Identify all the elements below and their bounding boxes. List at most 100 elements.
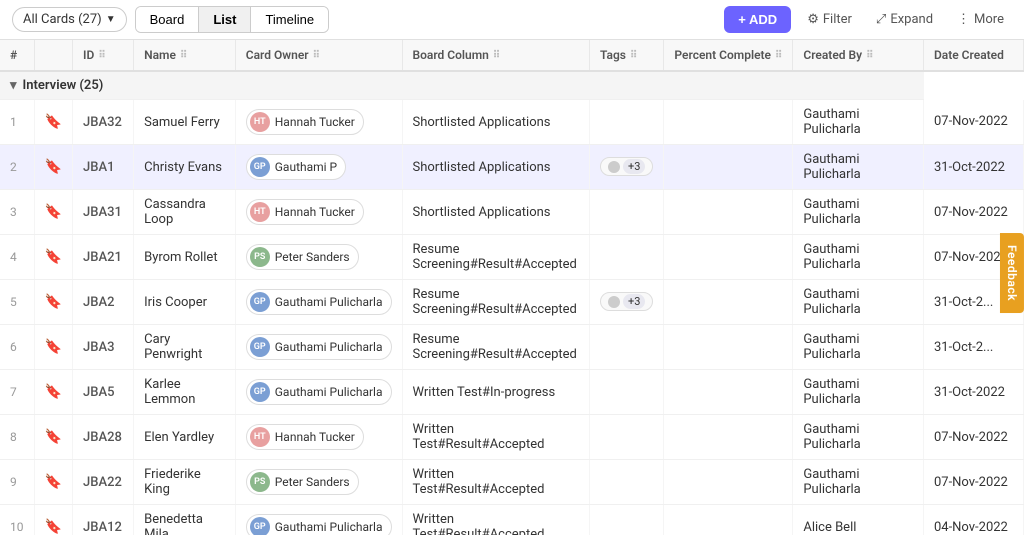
board-column-value: Written Test#Result#Accepted [413, 512, 545, 535]
name-value: Samuel Ferry [144, 115, 220, 130]
cell-date-created: 31-Oct-2022 [923, 370, 1023, 415]
card-owner-chip[interactable]: GP Gauthami Pulicharla [246, 379, 392, 405]
name-value: Christy Evans [144, 160, 222, 175]
card-owner-chip[interactable]: GP Gauthami P [246, 154, 346, 180]
tag-badge: +3 [600, 292, 653, 311]
cell-id: JBA22 [73, 460, 134, 505]
cell-id: JBA5 [73, 370, 134, 415]
cell-created-by: Gauthami Pulicharla [793, 325, 924, 370]
col-tags[interactable]: Tags⠿ [589, 40, 663, 71]
cell-name[interactable]: Byrom Rollet [134, 235, 236, 280]
cell-num: 2 [0, 145, 34, 190]
cell-name[interactable]: Benedetta Mila [134, 505, 236, 536]
date-created-value: 31-Oct-2... [934, 340, 993, 355]
cell-icon: 🔖 [34, 190, 72, 235]
cell-card-owner[interactable]: GP Gauthami P [235, 145, 402, 190]
cell-created-by: Gauthami Pulicharla [793, 280, 924, 325]
card-owner-chip[interactable]: PS Peter Sanders [246, 244, 359, 270]
cell-created-by: Gauthami Pulicharla [793, 100, 924, 145]
chevron-down-icon: ▼ [106, 14, 116, 25]
cell-card-owner[interactable]: GP Gauthami Pulicharla [235, 370, 402, 415]
card-owner-name: Hannah Tucker [275, 205, 355, 219]
cell-name[interactable]: Samuel Ferry [134, 100, 236, 145]
cell-card-owner[interactable]: HT Hannah Tucker [235, 190, 402, 235]
cell-name[interactable]: Christy Evans [134, 145, 236, 190]
cell-tags: +3 [589, 145, 663, 190]
cell-date-created: 31-Oct-2022 [923, 145, 1023, 190]
cell-num: 4 [0, 235, 34, 280]
cell-name[interactable]: Friederike King [134, 460, 236, 505]
cell-id: JBA28 [73, 415, 134, 460]
cell-card-owner[interactable]: GP Gauthami Pulicharla [235, 280, 402, 325]
cell-name[interactable]: Cassandra Loop [134, 190, 236, 235]
tab-timeline[interactable]: Timeline [251, 7, 328, 32]
cell-tags [589, 100, 663, 145]
add-button[interactable]: + ADD [724, 6, 791, 33]
col-created-by-handle: ⠿ [866, 50, 873, 61]
col-board-column-handle: ⠿ [493, 50, 500, 61]
avatar: GP [250, 337, 270, 357]
all-cards-filter[interactable]: All Cards (27) ▼ [12, 7, 127, 32]
cell-board-column: Resume Screening#Result#Accepted [402, 280, 589, 325]
card-icon: 🔖 [45, 474, 62, 490]
table-row: 3 🔖 JBA31 Cassandra Loop HT Hannah Tucke… [0, 190, 1024, 235]
cell-percent [664, 235, 793, 280]
col-id-handle: ⠿ [98, 50, 105, 61]
tab-board[interactable]: Board [136, 7, 200, 32]
col-id[interactable]: ID⠿ [73, 40, 134, 71]
cell-num: 1 [0, 100, 34, 145]
col-name-handle: ⠿ [180, 50, 187, 61]
cell-name[interactable]: Iris Cooper [134, 280, 236, 325]
col-date-created[interactable]: Date Created [923, 40, 1023, 71]
cell-date-created: 07-Nov-2022 [923, 415, 1023, 460]
board-column-value: Shortlisted Applications [413, 115, 551, 130]
cell-percent [664, 280, 793, 325]
expand-button[interactable]: ⤢ Expand [868, 7, 941, 32]
card-owner-chip[interactable]: GP Gauthami Pulicharla [246, 334, 392, 360]
filter-button[interactable]: ⚙ Filter [799, 7, 860, 32]
created-by-value: Gauthami Pulicharla [803, 197, 860, 227]
cell-name[interactable]: Elen Yardley [134, 415, 236, 460]
cell-card-owner[interactable]: GP Gauthami Pulicharla [235, 325, 402, 370]
cell-name[interactable]: Karlee Lemmon [134, 370, 236, 415]
cell-card-owner[interactable]: GP Gauthami Pulicharla [235, 505, 402, 536]
col-percent-complete[interactable]: Percent Complete⠿ [664, 40, 793, 71]
name-value: Cary Penwright [144, 332, 202, 362]
cell-name[interactable]: Cary Penwright [134, 325, 236, 370]
col-name[interactable]: Name⠿ [134, 40, 236, 71]
more-button[interactable]: ⋮ More [949, 7, 1012, 32]
cell-num: 9 [0, 460, 34, 505]
cell-tags: +3 [589, 280, 663, 325]
col-card-owner[interactable]: Card Owner⠿ [235, 40, 402, 71]
card-owner-name: Peter Sanders [275, 475, 350, 489]
cell-id: JBA1 [73, 145, 134, 190]
cell-card-owner[interactable]: PS Peter Sanders [235, 235, 402, 280]
col-created-by[interactable]: Created By⠿ [793, 40, 924, 71]
col-board-column[interactable]: Board Column⠿ [402, 40, 589, 71]
table-row: 5 🔖 JBA2 Iris Cooper GP Gauthami Pulicha… [0, 280, 1024, 325]
card-icon: 🔖 [45, 519, 62, 535]
card-owner-chip[interactable]: GP Gauthami Pulicharla [246, 514, 392, 535]
cell-created-by: Alice Bell [793, 505, 924, 536]
card-owner-chip[interactable]: HT Hannah Tucker [246, 109, 364, 135]
cell-card-owner[interactable]: HT Hannah Tucker [235, 100, 402, 145]
card-owner-chip[interactable]: GP Gauthami Pulicharla [246, 289, 392, 315]
cell-icon: 🔖 [34, 460, 72, 505]
col-icon [34, 40, 72, 71]
tab-list[interactable]: List [199, 7, 251, 32]
cell-created-by: Gauthami Pulicharla [793, 145, 924, 190]
board-column-value: Resume Screening#Result#Accepted [413, 287, 577, 317]
card-owner-name: Gauthami Pulicharla [275, 520, 383, 534]
group-row[interactable]: ▾Interview (25) [0, 71, 1024, 100]
card-owner-chip[interactable]: HT Hannah Tucker [246, 424, 364, 450]
name-value: Benedetta Mila [144, 512, 203, 535]
cell-card-owner[interactable]: PS Peter Sanders [235, 460, 402, 505]
cell-card-owner[interactable]: HT Hannah Tucker [235, 415, 402, 460]
card-owner-chip[interactable]: HT Hannah Tucker [246, 199, 364, 225]
feedback-tab[interactable]: Feedback [1000, 233, 1024, 313]
group-toggle[interactable]: ▾ [10, 78, 17, 93]
id-value: JBA12 [83, 520, 122, 535]
toolbar: All Cards (27) ▼ Board List Timeline + A… [0, 0, 1024, 40]
cell-date-created: 31-Oct-2... [923, 325, 1023, 370]
card-owner-chip[interactable]: PS Peter Sanders [246, 469, 359, 495]
